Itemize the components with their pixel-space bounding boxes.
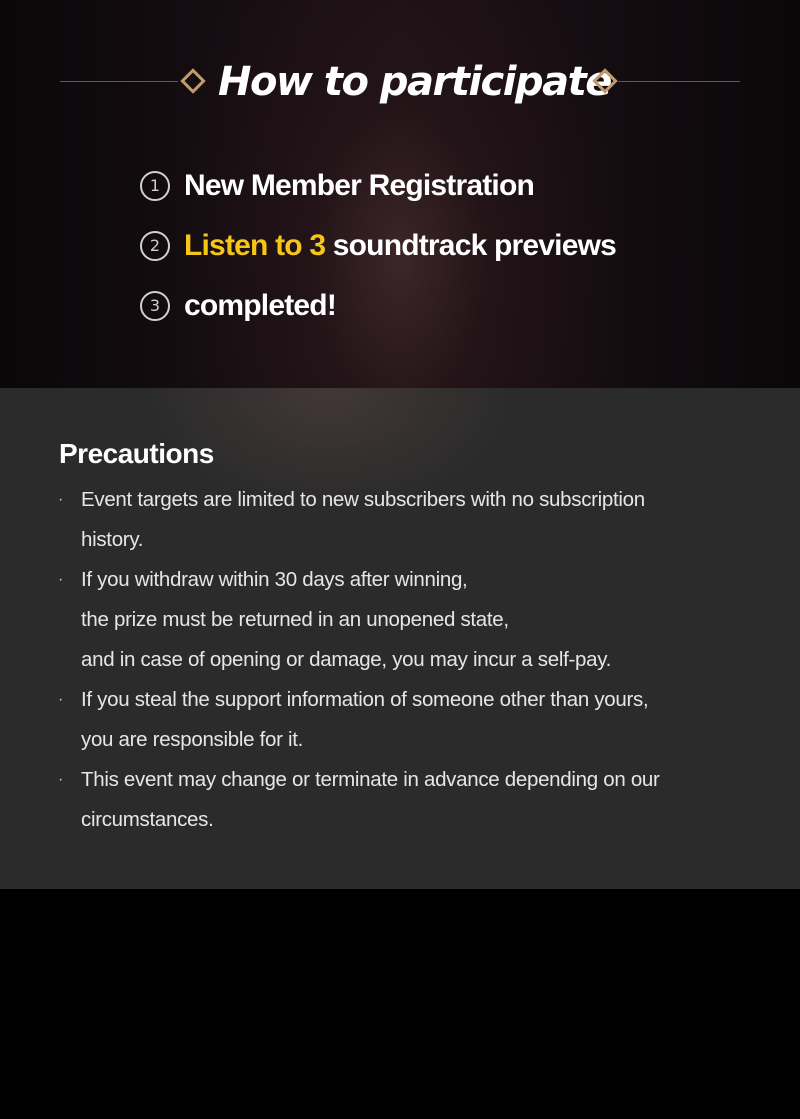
divider-line-left	[60, 81, 178, 82]
step-text: Listen to 3 soundtrack previews	[184, 229, 617, 263]
list-item: · This event may change or terminate in …	[58, 760, 748, 840]
precautions-list: · Event targets are limited to new subsc…	[58, 480, 748, 840]
step-item: 1 New Member Registration	[140, 156, 616, 216]
participation-section: How to participate 1 New Member Registra…	[0, 0, 800, 388]
bullet-icon: ·	[58, 491, 64, 508]
list-item: · If you steal the support information o…	[58, 680, 748, 760]
step-number-badge: 1	[140, 171, 170, 201]
precaution-line: the prize must be returned in an unopene…	[81, 608, 509, 631]
steps-list: 1 New Member Registration 2 Listen to 3 …	[140, 156, 617, 336]
step-text: completed!	[184, 289, 337, 322]
step-item: 3 completed!	[140, 276, 616, 336]
step-number-badge: 3	[140, 291, 170, 321]
precaution-line: Event targets are limited to new subscri…	[81, 488, 645, 511]
precaution-line: If you withdraw within 30 days after win…	[81, 568, 468, 591]
bullet-icon: ·	[58, 691, 64, 708]
step-highlight: Listen to 3	[184, 229, 326, 262]
precaution-line: and in case of opening or damage, you ma…	[81, 648, 612, 671]
divider-line-right	[618, 81, 740, 82]
footer-blank	[0, 889, 800, 1119]
precaution-line: you are responsible for it.	[81, 728, 304, 751]
precautions-title: Precautions	[59, 438, 214, 469]
bullet-icon: ·	[58, 771, 64, 788]
diamond-icon	[180, 68, 206, 94]
step-number-badge: 2	[140, 231, 170, 261]
list-item: · Event targets are limited to new subsc…	[58, 480, 748, 560]
precautions-section: Precautions · Event targets are limited …	[0, 388, 800, 889]
bullet-icon: ·	[58, 571, 64, 588]
step-text-rest: soundtrack previews	[325, 229, 617, 262]
step-item: 2 Listen to 3 soundtrack previews	[140, 216, 617, 276]
page-title: How to participate	[218, 59, 612, 105]
list-item: · If you withdraw within 30 days after w…	[58, 560, 748, 680]
section-header: How to participate	[60, 52, 740, 112]
precaution-line: If you steal the support information of …	[81, 688, 649, 711]
precaution-line: history.	[81, 528, 144, 551]
precaution-line: circumstances.	[81, 808, 214, 831]
precaution-line: This event may change or terminate in ad…	[81, 768, 660, 791]
step-text: New Member Registration	[184, 169, 535, 202]
